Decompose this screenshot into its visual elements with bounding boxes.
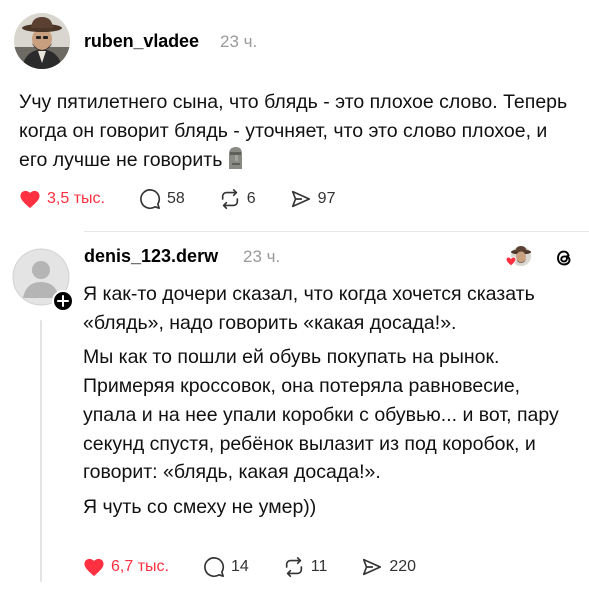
reply-time: 23 ч.	[243, 247, 281, 266]
repost-button[interactable]: 6	[219, 188, 256, 210]
comment-icon	[140, 189, 161, 210]
reply-paragraph: Я как-то дочери сказал, что когда хочетс…	[83, 283, 535, 334]
thread-line	[40, 320, 42, 582]
post-body: Учу пятилетнего сына, что блядь - это пл…	[19, 88, 579, 179]
heart-filled-icon	[20, 190, 40, 209]
author-liked-badge	[505, 244, 532, 270]
reply-username[interactable]: denis_123.derw	[84, 246, 218, 267]
reply-like-button[interactable]: 6,7 тыс.	[83, 557, 169, 577]
comment-icon	[204, 557, 225, 578]
reply-comment-button[interactable]: 14	[203, 556, 249, 578]
reply-repost-count: 11	[310, 558, 328, 575]
send-icon	[291, 190, 310, 208]
share-button[interactable]: 97	[290, 188, 336, 210]
divider	[84, 231, 589, 232]
reply-repost-button[interactable]: 11	[283, 556, 328, 578]
repost-icon	[285, 557, 302, 577]
reply-comment-count: 14	[230, 558, 249, 575]
heart-filled-icon	[84, 558, 104, 577]
post-text: Учу пятилетнего сына, что блядь - это пл…	[19, 91, 568, 171]
like-count: 3,5 тыс.	[47, 190, 105, 207]
reply-paragraph: Я чуть со смеху не умер))	[83, 495, 317, 518]
repost-count: 6	[246, 190, 256, 207]
author-username[interactable]: ruben_vladee	[84, 31, 199, 52]
reply-share-count: 220	[389, 558, 417, 575]
comment-button[interactable]: 58	[139, 188, 185, 210]
follow-plus-icon[interactable]	[52, 290, 74, 312]
like-button[interactable]: 3,5 тыс.	[19, 189, 105, 209]
threads-logo-icon[interactable]	[553, 247, 575, 274]
share-count: 97	[317, 190, 336, 207]
comment-count: 58	[166, 190, 185, 207]
reply-share-button[interactable]: 220	[361, 556, 416, 578]
post-actions: 3,5 тыс. 58 6 97	[19, 188, 369, 210]
moai-icon	[226, 146, 244, 179]
author-avatar[interactable]	[14, 13, 70, 69]
reply-avatar[interactable]	[12, 248, 74, 312]
reply-like-count: 6,7 тыс.	[111, 558, 169, 575]
reply-paragraph: Мы как то пошли ей обувь покупать на рын…	[83, 346, 559, 484]
repost-icon	[221, 189, 238, 209]
reply-body: Я как-то дочери сказал, что когда хочетс…	[83, 280, 573, 522]
send-icon	[363, 558, 382, 576]
reply-actions: 6,7 тыс. 14 11 220	[83, 556, 450, 578]
post-time: 23 ч.	[220, 32, 258, 51]
